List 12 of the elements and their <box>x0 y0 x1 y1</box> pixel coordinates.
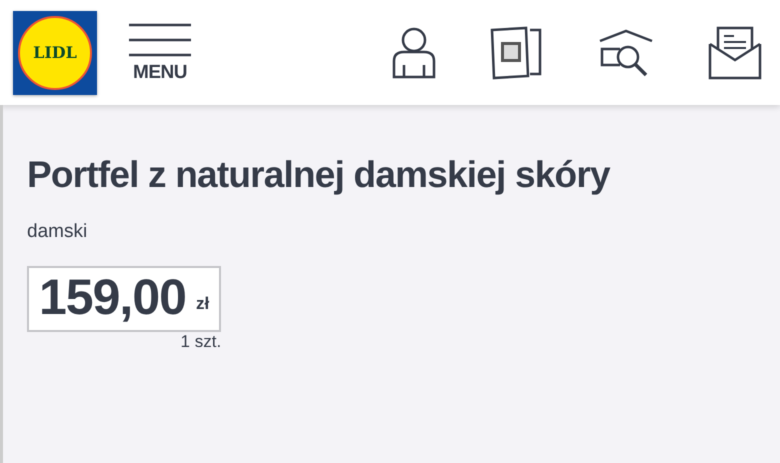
menu-button[interactable]: MENU <box>129 23 191 82</box>
price: 159,00 <box>39 272 186 322</box>
product-subtitle: damski <box>27 221 88 244</box>
user-icon[interactable] <box>392 26 436 78</box>
leaflet-icon[interactable] <box>490 26 544 80</box>
product-title: Portfel z naturalnej damskiej skóry <box>27 153 612 197</box>
logo[interactable]: LIDL <box>13 10 97 94</box>
menu-icon <box>129 23 191 57</box>
store-search-icon[interactable] <box>598 28 654 76</box>
unit-label: 1 szt. <box>180 332 222 353</box>
newsletter-icon[interactable] <box>708 26 762 80</box>
currency: zł <box>196 292 210 315</box>
